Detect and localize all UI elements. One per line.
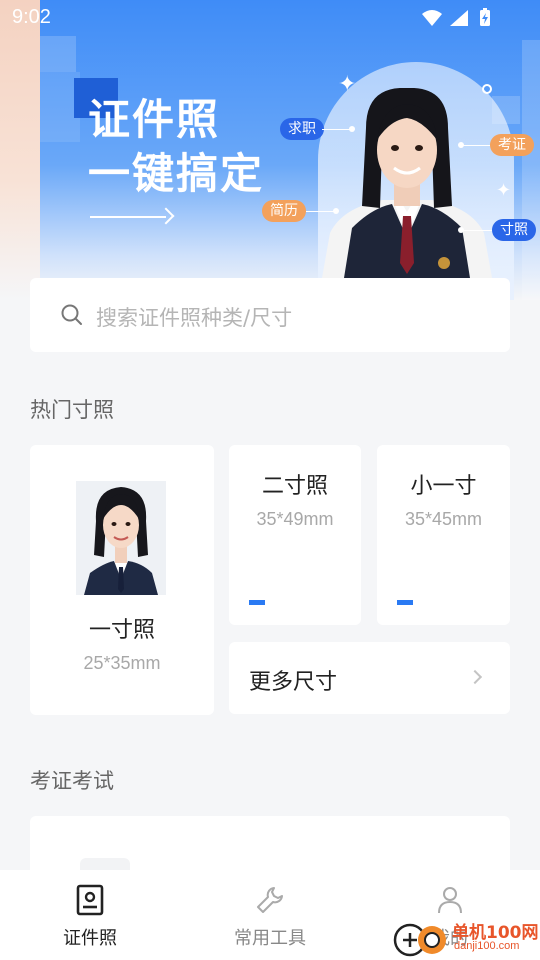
watermark-logo-icon (393, 923, 446, 957)
wifi-icon (422, 10, 442, 26)
card-size: 35*45mm (404, 509, 483, 529)
user-icon (438, 887, 462, 914)
exam-section-title: 考证考试 (30, 769, 114, 793)
card-accent-mark (249, 600, 265, 605)
tag-job: 求职 (280, 118, 324, 140)
wrench-icon (257, 887, 283, 913)
card-size: 25*35mm (83, 653, 161, 673)
size-card-two-inch[interactable]: 二寸照 35*49mm (229, 445, 361, 625)
tag-connector (462, 230, 492, 231)
search-placeholder: 搜索证件照种类/尺寸 (96, 306, 293, 330)
search-bar[interactable]: 搜索证件照种类/尺寸 (30, 278, 510, 352)
tag-resume: 简历 (262, 200, 306, 222)
tag-exam: 考证 (490, 134, 534, 156)
status-bar: 9:02 (0, 0, 540, 36)
hero-banner[interactable]: 证件照 一键搞定 ✦ ✦ 求职 考证 简历 寸照 (0, 0, 540, 300)
size-card-small-one-inch[interactable]: 小一寸 35*45mm (377, 445, 510, 625)
size-card-one-inch[interactable]: 一寸照 25*35mm (30, 445, 214, 715)
sparkle-icon: ✦ (496, 180, 512, 201)
arrow-line (90, 216, 166, 218)
id-photo-icon (76, 884, 104, 916)
tag-dot (333, 208, 339, 214)
card-title: 一寸照 (88, 618, 155, 643)
tag-dot (458, 142, 464, 148)
banner-headline-2: 一键搞定 (88, 149, 265, 198)
model-portrait (322, 88, 492, 278)
nav-label: 常用工具 (234, 928, 306, 949)
chevron-right-icon (467, 669, 483, 685)
tag-connector (460, 145, 490, 146)
banner-headline-1: 证件照 (88, 95, 221, 144)
ring-deco (482, 84, 492, 94)
tag-dot (349, 126, 355, 132)
nav-item-id-photo[interactable]: 证件照 (0, 870, 180, 960)
card-size: 35*49mm (256, 509, 334, 529)
watermark-url: danji100.com (454, 940, 520, 952)
signal-icon (450, 10, 468, 26)
tag-size: 寸照 (492, 219, 536, 241)
card-title: 小一寸 (410, 474, 477, 499)
search-icon (61, 304, 82, 325)
nav-label: 证件照 (63, 928, 117, 949)
sparkle-icon: ✦ (338, 72, 357, 97)
nav-item-tools[interactable]: 常用工具 (180, 870, 360, 960)
card-title: 二寸照 (261, 474, 328, 499)
tag-connector (322, 129, 352, 130)
tag-dot (458, 227, 464, 233)
sample-photo (76, 481, 166, 595)
tag-connector (306, 211, 336, 212)
status-icons (422, 8, 490, 26)
arrow-right-icon (157, 207, 175, 225)
banner-left-strip (0, 0, 40, 300)
hot-section-title: 热门寸照 (30, 398, 114, 422)
more-sizes-label: 更多尺寸 (249, 670, 338, 695)
card-accent-mark (397, 600, 413, 605)
banner-right-strip (522, 40, 540, 300)
site-watermark: 单机100网 danji100.com (390, 916, 540, 960)
more-sizes-button[interactable]: 更多尺寸 (229, 642, 510, 714)
deco-square (40, 36, 76, 72)
status-time: 9:02 (12, 6, 51, 28)
